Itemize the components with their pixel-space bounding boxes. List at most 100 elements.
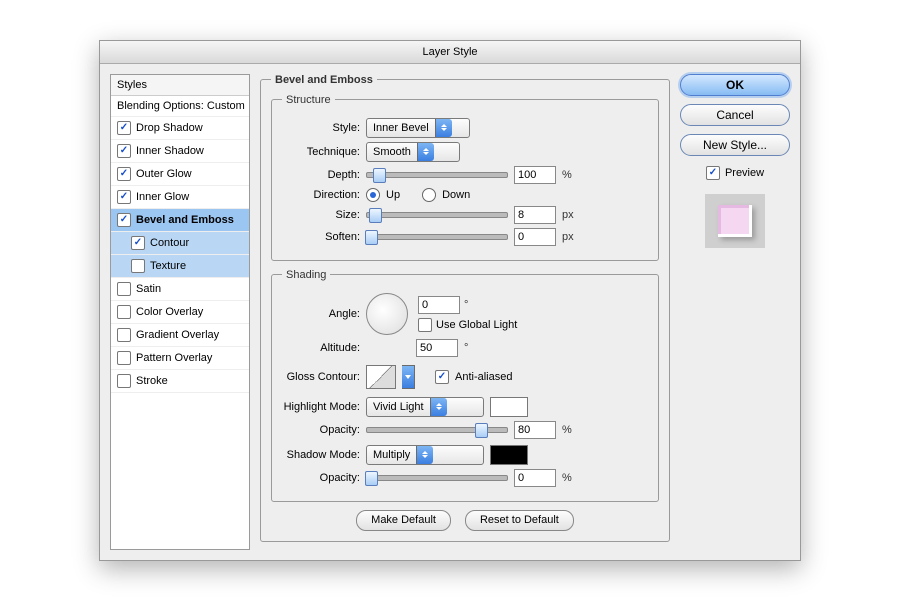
layer-style-dialog: Layer Style Styles Blending Options: Cus…	[99, 40, 801, 561]
styles-list: Styles Blending Options: Custom Drop Sha…	[110, 74, 250, 550]
style-item-color-overlay[interactable]: Color Overlay	[111, 301, 249, 324]
style-item-pattern-overlay[interactable]: Pattern Overlay	[111, 347, 249, 370]
panel-title: Bevel and Emboss	[271, 74, 377, 86]
style-value: Inner Bevel	[373, 122, 429, 134]
angle-wheel[interactable]	[366, 293, 408, 335]
style-checkbox[interactable]	[117, 351, 131, 365]
style-item-outer-glow[interactable]: Outer Glow	[111, 163, 249, 186]
dialog-buttons: OK Cancel New Style... Preview	[680, 74, 790, 550]
shadow-opacity-input[interactable]: 0	[514, 469, 556, 487]
style-checkbox[interactable]	[117, 213, 131, 227]
style-item-satin[interactable]: Satin	[111, 278, 249, 301]
style-checkbox[interactable]	[117, 305, 131, 319]
technique-select[interactable]: Smooth	[366, 142, 460, 162]
highlight-opacity-slider[interactable]	[366, 427, 508, 433]
soften-slider[interactable]	[366, 234, 508, 240]
style-item-label: Contour	[150, 237, 189, 249]
depth-label: Depth:	[282, 169, 360, 181]
size-slider[interactable]	[366, 212, 508, 218]
highlight-mode-select[interactable]: Vivid Light	[366, 397, 484, 417]
highlight-opacity-unit: %	[562, 424, 572, 436]
altitude-unit: °	[464, 342, 468, 354]
style-item-label: Inner Glow	[136, 191, 189, 203]
style-checkbox[interactable]	[117, 167, 131, 181]
make-default-button[interactable]: Make Default	[356, 510, 451, 531]
ok-button[interactable]: OK	[680, 74, 790, 96]
size-input[interactable]: 8	[514, 206, 556, 224]
cancel-button[interactable]: Cancel	[680, 104, 790, 126]
style-checkbox[interactable]	[131, 236, 145, 250]
style-select[interactable]: Inner Bevel	[366, 118, 470, 138]
style-item-drop-shadow[interactable]: Drop Shadow	[111, 117, 249, 140]
gloss-contour-label: Gloss Contour:	[282, 371, 360, 383]
highlight-opacity-label: Opacity:	[282, 424, 360, 436]
style-item-bevel-and-emboss[interactable]: Bevel and Emboss	[111, 209, 249, 232]
direction-up-radio[interactable]	[366, 188, 380, 202]
highlight-color-swatch[interactable]	[490, 397, 528, 417]
style-item-label: Satin	[136, 283, 161, 295]
structure-legend: Structure	[282, 94, 335, 106]
bevel-emboss-group: Bevel and Emboss Structure Style: Inner …	[260, 74, 670, 542]
style-checkbox[interactable]	[117, 144, 131, 158]
altitude-input[interactable]: 50	[416, 339, 458, 357]
preview-checkbox[interactable]	[706, 166, 720, 180]
style-item-inner-shadow[interactable]: Inner Shadow	[111, 140, 249, 163]
global-light-checkbox[interactable]	[418, 318, 432, 332]
highlight-opacity-input[interactable]: 80	[514, 421, 556, 439]
direction-down-label: Down	[442, 189, 470, 201]
direction-down-radio[interactable]	[422, 188, 436, 202]
depth-slider[interactable]	[366, 172, 508, 178]
style-item-label: Texture	[150, 260, 186, 272]
technique-label: Technique:	[282, 146, 360, 158]
altitude-label: Altitude:	[282, 342, 360, 354]
style-item-texture[interactable]: Texture	[111, 255, 249, 278]
new-style-button[interactable]: New Style...	[680, 134, 790, 156]
style-item-contour[interactable]: Contour	[111, 232, 249, 255]
blending-options-label: Blending Options: Custom	[117, 100, 245, 112]
size-unit: px	[562, 209, 574, 221]
style-item-stroke[interactable]: Stroke	[111, 370, 249, 393]
soften-label: Soften:	[282, 231, 360, 243]
dropdown-arrow-icon	[416, 446, 433, 464]
style-checkbox[interactable]	[117, 121, 131, 135]
style-checkbox[interactable]	[117, 328, 131, 342]
style-checkbox[interactable]	[117, 190, 131, 204]
shadow-mode-value: Multiply	[373, 449, 410, 461]
soften-input[interactable]: 0	[514, 228, 556, 246]
shadow-mode-label: Shadow Mode:	[282, 449, 360, 461]
style-item-label: Stroke	[136, 375, 168, 387]
angle-label: Angle:	[282, 308, 360, 320]
dialog-title: Layer Style	[100, 41, 800, 64]
style-item-label: Gradient Overlay	[136, 329, 219, 341]
shadow-color-swatch[interactable]	[490, 445, 528, 465]
style-checkbox[interactable]	[131, 259, 145, 273]
direction-up-label: Up	[386, 189, 400, 201]
angle-input[interactable]: 0	[418, 296, 460, 314]
direction-label: Direction:	[282, 189, 360, 201]
style-item-gradient-overlay[interactable]: Gradient Overlay	[111, 324, 249, 347]
blending-options-item[interactable]: Blending Options: Custom	[111, 96, 249, 117]
angle-unit: °	[464, 299, 468, 311]
dropdown-arrow-icon	[435, 119, 452, 137]
style-checkbox[interactable]	[117, 282, 131, 296]
shadow-mode-select[interactable]: Multiply	[366, 445, 484, 465]
style-checkbox[interactable]	[117, 374, 131, 388]
effect-settings: Bevel and Emboss Structure Style: Inner …	[260, 74, 670, 550]
style-item-label: Inner Shadow	[136, 145, 204, 157]
size-label: Size:	[282, 209, 360, 221]
preview-thumbnail-inner	[718, 205, 752, 237]
reset-default-button[interactable]: Reset to Default	[465, 510, 574, 531]
style-item-label: Outer Glow	[136, 168, 192, 180]
gloss-contour-caret-icon[interactable]	[402, 365, 415, 389]
antialiased-label: Anti-aliased	[455, 371, 512, 383]
gloss-contour-picker[interactable]	[366, 365, 396, 389]
depth-unit: %	[562, 169, 572, 181]
soften-unit: px	[562, 231, 574, 243]
antialiased-checkbox[interactable]	[435, 370, 449, 384]
shadow-opacity-label: Opacity:	[282, 472, 360, 484]
depth-input[interactable]: 100	[514, 166, 556, 184]
shadow-opacity-slider[interactable]	[366, 475, 508, 481]
style-item-inner-glow[interactable]: Inner Glow	[111, 186, 249, 209]
styles-header[interactable]: Styles	[111, 75, 249, 96]
preview-thumbnail	[705, 194, 765, 248]
